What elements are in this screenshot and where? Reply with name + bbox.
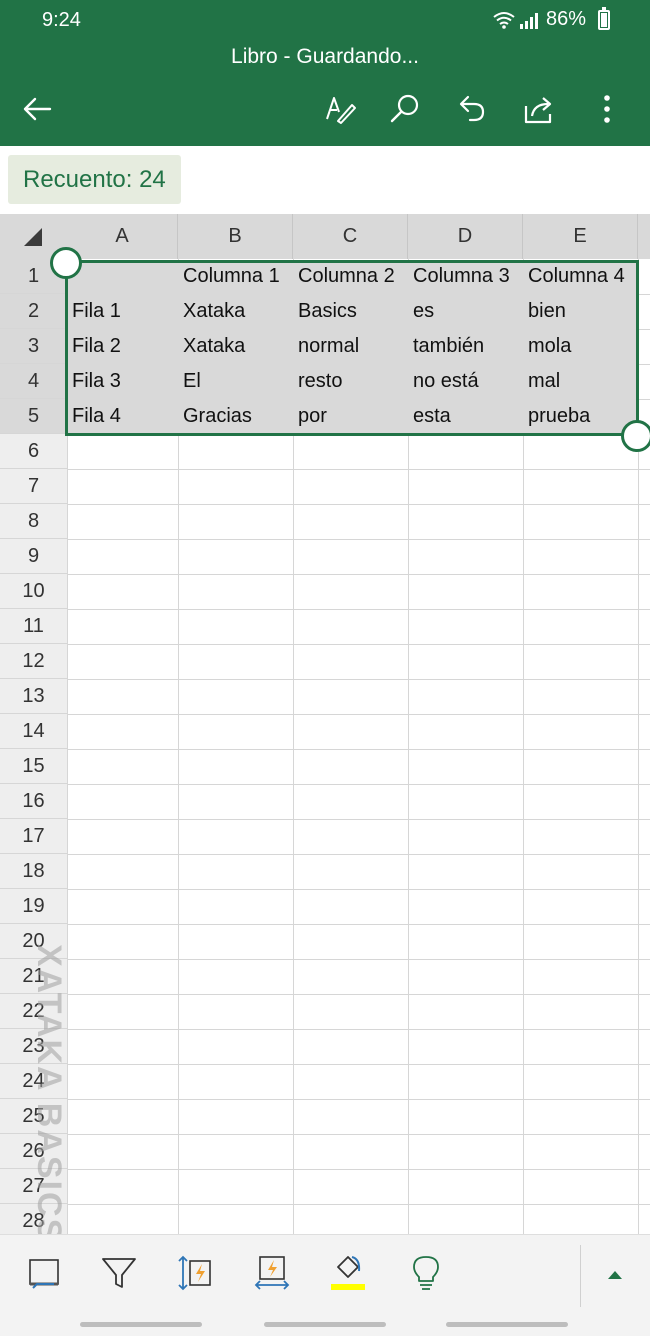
row-header[interactable]: 9	[0, 539, 67, 574]
row-header[interactable]: 13	[0, 679, 67, 714]
nav-pill-left[interactable]	[80, 1322, 202, 1327]
gridline-horizontal	[67, 469, 650, 470]
gridline-horizontal	[67, 819, 650, 820]
system-nav-bar	[0, 1314, 650, 1336]
gridline-horizontal	[67, 854, 650, 855]
back-arrow-icon	[23, 97, 52, 121]
signal-icon	[519, 12, 538, 29]
row-header[interactable]: 4	[0, 364, 67, 399]
selection-handle-start[interactable]	[50, 247, 82, 279]
autofit-columns-button[interactable]	[250, 1251, 294, 1295]
gridline-horizontal	[67, 889, 650, 890]
ideas-button[interactable]	[404, 1251, 448, 1295]
battery-icon	[598, 6, 610, 30]
fill-color-icon	[331, 1256, 365, 1290]
gridline-horizontal	[67, 1099, 650, 1100]
column-header[interactable]: A	[67, 214, 178, 259]
selection-border	[65, 260, 639, 436]
gridline-horizontal	[67, 574, 650, 575]
document-title: Libro - Guardando...	[231, 45, 419, 68]
row-header[interactable]: 2	[0, 294, 67, 329]
row-header[interactable]: 17	[0, 819, 67, 854]
gridline-horizontal	[67, 784, 650, 785]
spreadsheet-grid[interactable]: ABCDE 1 2 3 4 5 6 7 8 9 10 11 12 13 14 15 16 17 18 19 20 21 2…	[0, 214, 650, 1234]
row-header[interactable]: 16	[0, 784, 67, 819]
nav-pill-center[interactable]	[264, 1322, 386, 1327]
row-header[interactable]: 12	[0, 644, 67, 679]
autofit-rows-icon	[178, 1255, 211, 1291]
share-icon	[524, 97, 552, 124]
gridline-horizontal	[67, 504, 650, 505]
watermark: XATAKA BASICS	[30, 944, 68, 1234]
gridline-horizontal	[67, 1029, 650, 1030]
row-header[interactable]: 5	[0, 399, 67, 434]
filter-icon	[102, 1258, 136, 1288]
gridline-horizontal	[67, 749, 650, 750]
nav-pill-right[interactable]	[446, 1322, 568, 1327]
gridline-horizontal	[67, 959, 650, 960]
search-icon	[390, 94, 419, 123]
row-header[interactable]: 10	[0, 574, 67, 609]
column-header[interactable]: E	[523, 214, 638, 259]
more-vert-icon	[604, 95, 610, 123]
row-header[interactable]: 6	[0, 434, 67, 469]
undo-button[interactable]	[450, 88, 492, 130]
row-header[interactable]: 7	[0, 469, 67, 504]
row-header[interactable]: 14	[0, 714, 67, 749]
status-indicators: 86%	[492, 6, 610, 31]
wifi-icon	[493, 11, 515, 29]
gridline-horizontal	[67, 994, 650, 995]
gridline-horizontal	[67, 1169, 650, 1170]
gridline-horizontal	[67, 714, 650, 715]
lightbulb-icon	[413, 1256, 439, 1290]
select-all-icon	[24, 228, 42, 246]
row-header[interactable]: 11	[0, 609, 67, 644]
status-time: 9:24	[42, 9, 81, 31]
draw-button[interactable]	[319, 88, 361, 130]
gridline-horizontal	[67, 924, 650, 925]
gridline-horizontal	[67, 1064, 650, 1065]
borders-icon	[29, 1259, 59, 1289]
gridline-horizontal	[67, 609, 650, 610]
row-header[interactable]: 18	[0, 854, 67, 889]
undo-icon	[459, 95, 485, 122]
battery-percent: 86%	[545, 8, 586, 30]
share-button[interactable]	[518, 88, 560, 130]
expand-up-icon	[608, 1271, 622, 1279]
gridline-horizontal	[67, 539, 650, 540]
app-bar: 9:24 86% Libro - Guardando...	[0, 0, 650, 146]
column-header[interactable]: B	[178, 214, 293, 259]
gridline-horizontal	[67, 644, 650, 645]
status-count[interactable]: Recuento: 24	[8, 155, 181, 204]
gridline-horizontal	[67, 679, 650, 680]
column-header-partial[interactable]	[638, 214, 650, 259]
more-options-button[interactable]	[586, 88, 628, 130]
column-header[interactable]: D	[408, 214, 523, 259]
row-header[interactable]: 15	[0, 749, 67, 784]
row-header[interactable]: 3	[0, 329, 67, 364]
expand-toolbar-button[interactable]	[600, 1265, 630, 1285]
search-button[interactable]	[384, 88, 426, 130]
toolbar-divider	[580, 1245, 581, 1307]
row-header[interactable]: 19	[0, 889, 67, 924]
gridline-horizontal	[67, 1204, 650, 1205]
back-button[interactable]	[16, 88, 58, 130]
fill-color-button[interactable]	[326, 1251, 370, 1295]
gridline-horizontal	[67, 1134, 650, 1135]
filter-button[interactable]	[97, 1251, 141, 1295]
autofit-rows-button[interactable]	[173, 1251, 217, 1295]
autofit-columns-icon	[254, 1256, 290, 1290]
bottom-toolbar	[0, 1234, 650, 1314]
column-header[interactable]: C	[293, 214, 408, 259]
row-header[interactable]: 8	[0, 504, 67, 539]
selection-handle-end[interactable]	[621, 420, 650, 452]
pen-edit-icon	[326, 97, 356, 124]
borders-button[interactable]	[22, 1251, 66, 1295]
